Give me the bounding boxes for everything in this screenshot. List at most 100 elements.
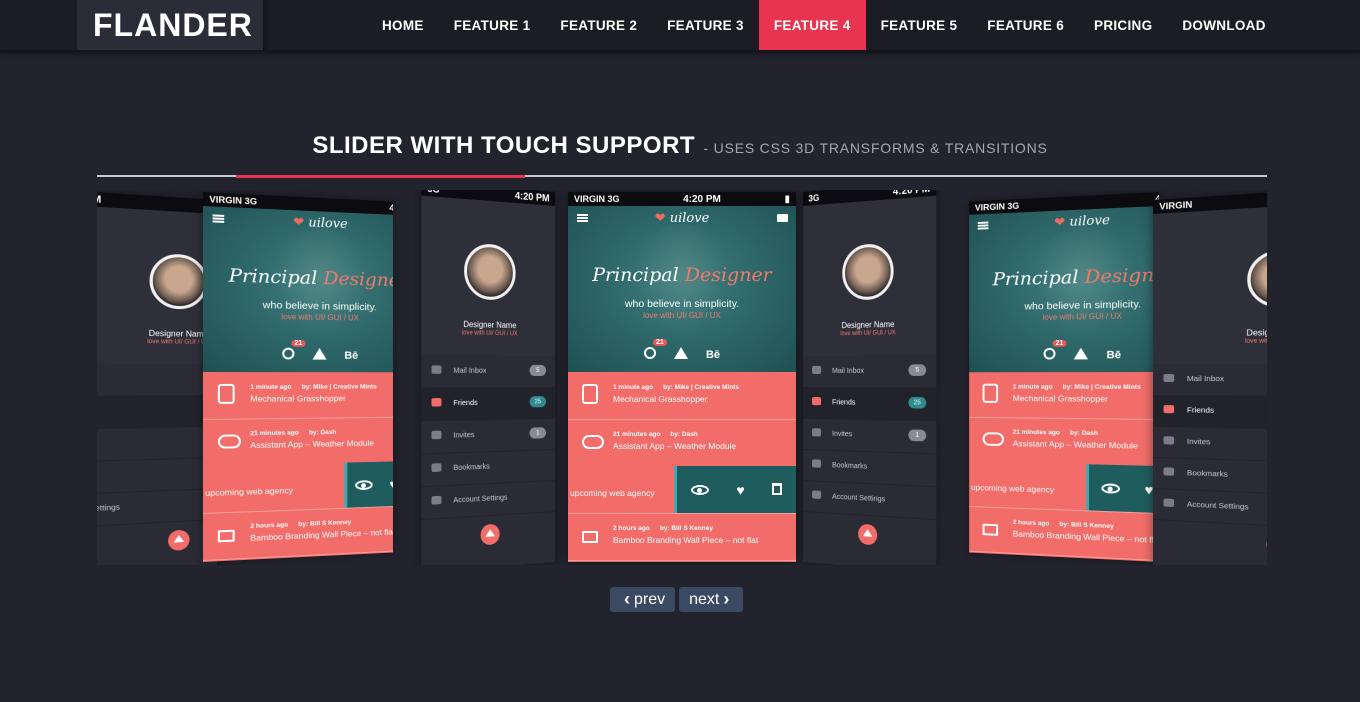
feed-item[interactable]: 21 minutes ago by: Dash Assistant App – W… [969, 416, 1159, 469]
menu-item-friends[interactable]: Friends 25 [803, 387, 937, 422]
menu-item-mail[interactable]: Mail Inbox [1153, 362, 1267, 398]
behance-icon[interactable]: Bē [344, 350, 358, 362]
social-icons: 21 Bē [203, 339, 393, 363]
nav-feature-2[interactable]: FEATURE 2 [545, 0, 652, 50]
slide-feed-center[interactable]: VIRGIN 3G 4:20 PM ▮ ❤ uilove Principal Des… [568, 192, 796, 562]
logout-icon[interactable] [1266, 534, 1267, 557]
swipe-actions: ♥ [1085, 464, 1159, 515]
feed-item[interactable]: 1 minute ago by: Mike | Creative Mints Me… [203, 372, 393, 420]
count-badge: 1 [529, 427, 546, 439]
heart-icon[interactable]: ♥ [736, 482, 744, 498]
friends-icon [1163, 405, 1175, 414]
slide-feed-right[interactable]: VIRGIN 3G4:20 PM ❤ uilove Principal Desi… [969, 192, 1159, 562]
feed-meta: 21 minutes ago by: Dash [1012, 428, 1099, 438]
avatar [464, 242, 516, 301]
feed-text: upcoming web agency [570, 488, 655, 498]
nav-pricing[interactable]: PRICING [1079, 0, 1167, 50]
avatar [1247, 249, 1267, 308]
nav-feature-4[interactable]: FEATURE 4 [758, 0, 866, 50]
feed-item[interactable]: 21 minutes ago by: Dash Assistant App – W… [203, 416, 393, 467]
nav-feature-1[interactable]: FEATURE 1 [439, 0, 546, 50]
app-brand-text: uilove [308, 215, 348, 232]
eye-icon[interactable] [690, 482, 709, 498]
logout-icon[interactable] [858, 523, 878, 546]
slide-menu-far-left[interactable]: 4:20 PM Designer Name love with UI/ GUI … [97, 190, 217, 565]
slide-menu-far-right[interactable]: VIRGIN4:20 PM Designer Name love with UI… [1153, 190, 1267, 565]
menu-item-friends[interactable]: Friends 25 [421, 387, 555, 422]
triangle-icon[interactable] [1073, 347, 1088, 363]
cloud-icon [982, 432, 1004, 446]
feed-text: Mechanical Grasshopper [613, 394, 708, 404]
nav-home[interactable]: HOME [367, 0, 439, 50]
friends-icon [812, 397, 822, 406]
swipe-actions: ♥ [674, 466, 796, 513]
hero-title-part1: Principal [228, 264, 324, 289]
behance-icon[interactable]: Bē [1106, 349, 1121, 361]
menu-item-settings[interactable]: Account Settings [421, 480, 555, 521]
carousel-stage[interactable]: 4:20 PM Designer Name love with UI/ GUI … [97, 190, 1267, 565]
logout-icon[interactable] [480, 523, 500, 546]
menu-item-settings[interactable]: Account Settings [97, 484, 217, 529]
menu-item-mail[interactable]: 5 [97, 363, 217, 398]
slide-menu-left[interactable]: 3G 4:20 PM Designer Name love with UI/ GU… [421, 190, 555, 565]
trash-icon[interactable] [772, 482, 783, 498]
feed-meta: 21 minutes ago by: Dash [613, 431, 698, 438]
mail-icon [1163, 373, 1175, 383]
menu-item-label: Invites [453, 429, 475, 440]
dribbble-icon[interactable]: 21 [1043, 339, 1067, 363]
dribbble-icon[interactable]: 21 [643, 339, 667, 362]
send-icon [431, 430, 442, 440]
eye-icon[interactable] [355, 477, 374, 493]
cloud-icon [582, 435, 604, 449]
menu-item-friends[interactable]: 25 [97, 394, 217, 431]
behance-icon[interactable]: Bē [706, 349, 720, 361]
menu-item-label: Bookmarks [832, 460, 868, 471]
triangle-icon[interactable] [673, 347, 688, 362]
feed-item[interactable]: 21 minutes ago by: Dash Assistant App – W… [568, 419, 796, 467]
nav-download[interactable]: DOWNLOAD [1167, 0, 1280, 50]
site-logo[interactable]: FLANDER [77, 0, 271, 50]
feed-item-swiped[interactable]: upcoming web agency ♥ [203, 460, 393, 514]
gear-icon [1163, 498, 1175, 507]
next-button[interactable]: next › [679, 587, 744, 612]
count-badge: 25 [529, 396, 546, 408]
hero-title: Principal Designer [969, 263, 1159, 291]
nav-feature-5[interactable]: FEATURE 5 [866, 0, 973, 50]
menu-screen: 4:20 PM Designer Name love with UI/ GUI … [97, 190, 217, 565]
menu-profile: Designer Name love with UI/ GUI / UX [1153, 198, 1267, 364]
swipe-actions: ♥ [344, 460, 393, 508]
profile-hero: ❤ uilove Principal Designer who believe … [969, 204, 1159, 373]
menu-screen: 3G4:20 PM Designer Name love with UI/ GU… [803, 190, 937, 565]
logout-icon[interactable] [168, 529, 190, 552]
feed-item[interactable]: 2 hours ago by: Bill S Kenney Bamboo Bran… [568, 513, 796, 561]
menu-item-mail[interactable]: Mail Inbox 5 [803, 354, 937, 389]
heart-icon[interactable]: ♥ [389, 476, 393, 491]
menu-screen: 3G4:20 PM Designer Name love with UI/ GU… [421, 190, 555, 565]
top-navbar: FLANDER HOME FEATURE 1 FEATURE 2 FEATURE… [0, 0, 1360, 53]
send-icon [812, 428, 822, 437]
dribbble-icon[interactable]: 21 [282, 339, 306, 363]
menu-item-mail[interactable]: Mail Inbox 5 [421, 354, 555, 389]
menu-item-settings[interactable]: Account Settings [1153, 488, 1267, 534]
nav-feature-3[interactable]: FEATURE 3 [652, 0, 759, 50]
heart-icon[interactable]: ♥ [1145, 481, 1154, 497]
feed-item-swiped[interactable]: upcoming web agency ♥ [568, 466, 796, 514]
nav-feature-6[interactable]: FEATURE 6 [972, 0, 1079, 50]
prev-button[interactable]: ‹ prev [610, 587, 676, 612]
feed-meta: 1 minute ago by: Mike | Creative Mints [613, 384, 739, 391]
feed-item[interactable]: 2 hours ago by: Bill S Kenney Bamboo Bran… [969, 506, 1159, 562]
feed-item[interactable]: 2 hours ago by: Bill S Kenney Bamboo Bran… [203, 504, 393, 561]
menu-item-label: Mail Inbox [453, 365, 487, 375]
app-brand: ❤ uilove [203, 211, 393, 235]
heart-icon: ❤ [293, 215, 305, 231]
mail-icon [812, 365, 822, 374]
eye-icon[interactable] [1101, 480, 1120, 496]
slide-feed-left[interactable]: VIRGIN 3G 4:20 PM ❤ uilove Principal Desi… [203, 192, 393, 562]
menu-item-settings[interactable]: Account Settings [803, 480, 937, 521]
hero-title: Principal Designer [203, 264, 393, 292]
slide-menu-right[interactable]: 3G 4:20 PM Designer Name love with UI/ GU… [803, 190, 937, 565]
feed-item[interactable]: 1 minute ago by: Mike | Creative Mints Me… [969, 371, 1159, 421]
triangle-icon[interactable] [312, 347, 327, 363]
activity-feed: 1 minute ago by: Mike | Creative Mints Me… [568, 372, 796, 562]
feed-item[interactable]: 1 minute ago by: Mike | Creative Mints Me… [568, 372, 796, 420]
